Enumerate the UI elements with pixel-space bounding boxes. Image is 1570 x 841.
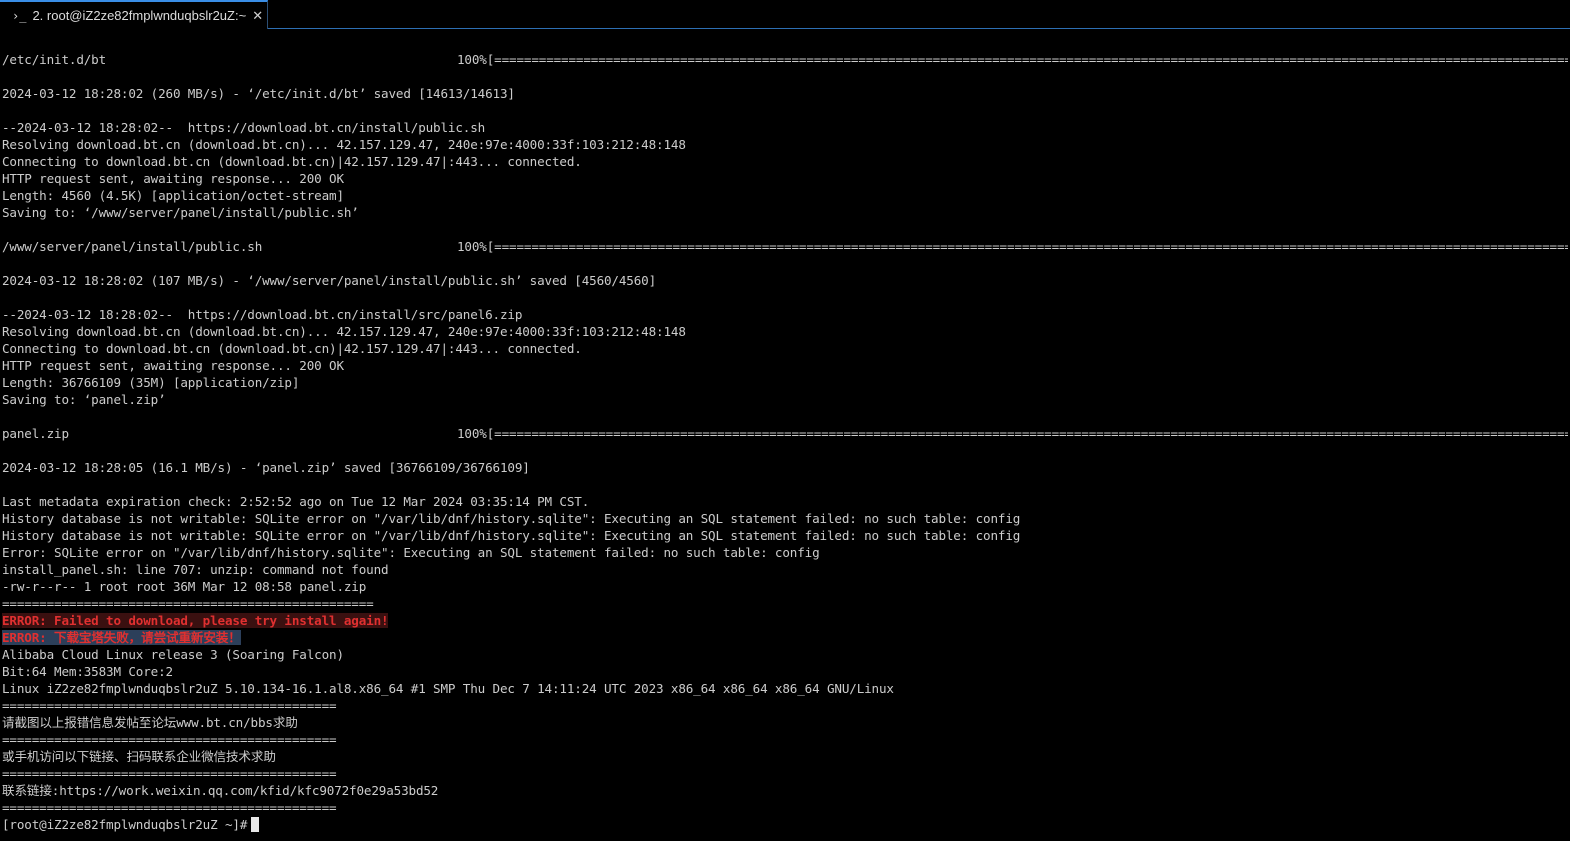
- prompt-line[interactable]: [root@iZ2ze82fmplwnduqbslr2uZ ~]#: [2, 816, 1568, 833]
- output-line: Linux iZ2ze82fmplwnduqbslr2uZ 5.10.134-1…: [2, 681, 894, 696]
- terminal-output[interactable]: /etc/init.d/bt 100%[=====================…: [2, 51, 1568, 841]
- output-line: Length: 36766109 (35M) [application/zip]: [2, 375, 300, 390]
- output-line: --2024-03-12 18:28:02-- https://download…: [2, 120, 486, 135]
- error-message: ERROR: 下载宝塔失败，请尝试重新安装！: [2, 630, 241, 645]
- shell-prompt: [root@iZ2ze82fmplwnduqbslr2uZ ~]#: [2, 817, 248, 832]
- output-line: Error: SQLite error on "/var/lib/dnf/his…: [2, 545, 820, 560]
- output-line: 请截图以上报错信息发帖至论坛www.bt.cn/bbs求助: [2, 715, 298, 730]
- output-line: Last metadata expiration check: 2:52:52 …: [2, 494, 590, 509]
- output-line: Alibaba Cloud Linux release 3 (Soaring F…: [2, 647, 344, 662]
- close-icon[interactable]: ✕: [252, 8, 263, 24]
- output-line: ========================================…: [2, 596, 374, 611]
- tab-session[interactable]: ›_ 2. root@iZ2ze82fmplwnduqbslr2uZ:~ ✕: [0, 0, 268, 29]
- error-message: ERROR: Failed to download, please try in…: [2, 613, 389, 628]
- progress-filename: /etc/init.d/bt: [2, 52, 107, 67]
- output-line: History database is not writable: SQLite…: [2, 511, 1021, 526]
- tab-title: 2. root@iZ2ze82fmplwnduqbslr2uZ:~: [32, 8, 247, 23]
- output-line: ========================================…: [2, 698, 337, 713]
- output-line: Connecting to download.bt.cn (download.b…: [2, 154, 582, 169]
- output-line: Connecting to download.bt.cn (download.b…: [2, 341, 582, 356]
- error-line: ERROR: 下载宝塔失败，请尝试重新安装！: [2, 629, 1568, 646]
- output-line: ========================================…: [2, 732, 337, 747]
- output-line: Saving to: ‘panel.zip’: [2, 392, 166, 407]
- output-line: History database is not writable: SQLite…: [2, 528, 1021, 543]
- output-line: HTTP request sent, awaiting response... …: [2, 171, 344, 186]
- progress-filename: panel.zip: [2, 426, 69, 441]
- output-line: Bit:64 Mem:3583M Core:2: [2, 664, 173, 679]
- output-line: Resolving download.bt.cn (download.bt.cn…: [2, 324, 686, 339]
- progress-line: /www/server/panel/install/public.sh 100%[…: [2, 238, 1568, 255]
- terminal-window: ›_ 2. root@iZ2ze82fmplwnduqbslr2uZ:~ ✕ /…: [0, 0, 1570, 841]
- progress-line: panel.zip 100%[==========================…: [2, 425, 1568, 442]
- output-line: 2024-03-12 18:28:05 (16.1 MB/s) - ‘panel…: [2, 460, 530, 475]
- terminal-prompt-icon: ›_: [12, 8, 27, 23]
- output-line: Length: 4560 (4.5K) [application/octet-s…: [2, 188, 344, 203]
- progress-bar: [=======================================…: [486, 52, 1568, 67]
- text-cursor: [251, 817, 260, 832]
- output-line: install_panel.sh: line 707: unzip: comma…: [2, 562, 389, 577]
- output-line: HTTP request sent, awaiting response... …: [2, 358, 344, 373]
- output-line: 或手机访问以下链接、扫码联系企业微信技术求助: [2, 749, 276, 764]
- progress-percent: 100%: [457, 52, 487, 67]
- output-line: ========================================…: [2, 800, 337, 815]
- output-line: Resolving download.bt.cn (download.bt.cn…: [2, 137, 686, 152]
- progress-bar: [=======================================…: [486, 239, 1568, 254]
- output-line: ========================================…: [2, 766, 337, 781]
- progress-bar: [=======================================…: [486, 426, 1568, 441]
- error-line: ERROR: Failed to download, please try in…: [2, 612, 1568, 629]
- tab-bar: ›_ 2. root@iZ2ze82fmplwnduqbslr2uZ:~ ✕: [0, 0, 1570, 29]
- output-line: 2024-03-12 18:28:02 (260 MB/s) - ‘/etc/i…: [2, 86, 515, 101]
- progress-percent: 100%: [457, 426, 487, 441]
- output-line: --2024-03-12 18:28:02-- https://download…: [2, 307, 523, 322]
- progress-percent: 100%: [457, 239, 487, 254]
- progress-line: /etc/init.d/bt 100%[=====================…: [2, 51, 1568, 68]
- output-line: -rw-r--r-- 1 root root 36M Mar 12 08:58 …: [2, 579, 367, 594]
- output-line: 2024-03-12 18:28:02 (107 MB/s) - ‘/www/s…: [2, 273, 657, 288]
- output-line: 联系链接:https://work.weixin.qq.com/kfid/kfc…: [2, 783, 439, 798]
- output-line: Saving to: ‘/www/server/panel/install/pu…: [2, 205, 359, 220]
- progress-filename: /www/server/panel/install/public.sh: [2, 239, 263, 254]
